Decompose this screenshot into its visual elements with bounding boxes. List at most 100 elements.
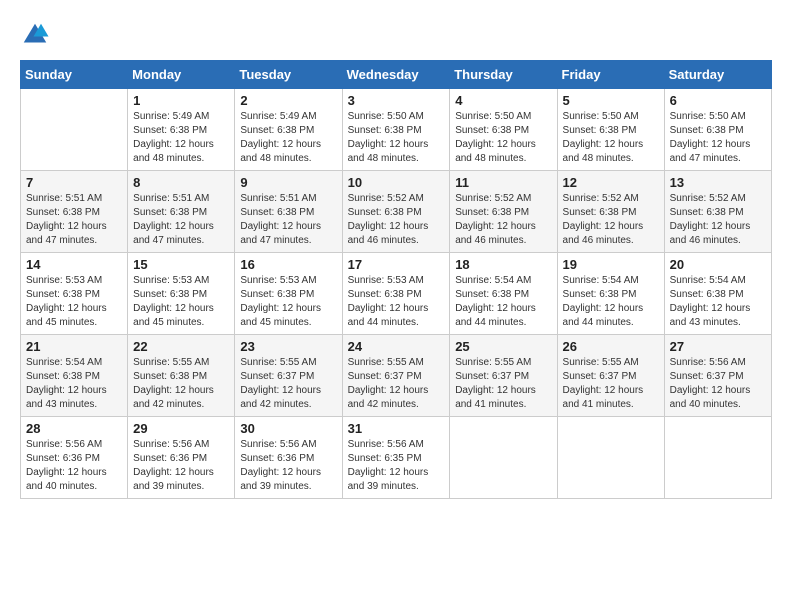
calendar-cell: 2 Sunrise: 5:49 AMSunset: 6:38 PMDaylight… (235, 89, 342, 171)
calendar-week-4: 21 Sunrise: 5:54 AMSunset: 6:38 PMDayligh… (21, 335, 772, 417)
calendar-cell: 29Sunrise: 5:56 AMSunset: 6:36 PMDayligh… (128, 417, 235, 499)
day-info: Sunrise: 5:55 AMSunset: 6:37 PMDaylight:… (455, 356, 551, 412)
day-number: 24 (348, 339, 445, 354)
header-day-friday: Friday (557, 61, 664, 89)
day-info: Sunrise: 5:56 AMSunset: 6:36 PMDaylight:… (26, 438, 122, 494)
calendar-cell: 20Sunrise: 5:54 AMSunset: 6:38 PMDayligh… (664, 253, 771, 335)
calendar-cell: 11 Sunrise: 5:52 AMSunset: 6:38 PMDayligh… (450, 171, 557, 253)
day-number: 28 (26, 421, 122, 436)
calendar-cell: 6Sunrise: 5:50 AMSunset: 6:38 PMDaylight… (664, 89, 771, 171)
day-info: Sunrise: 5:55 AMSunset: 6:37 PMDaylight:… (563, 356, 659, 412)
day-number: 4 (455, 93, 551, 108)
day-info: Sunrise: 5:50 AMSunset: 6:38 PMDaylight:… (348, 110, 445, 166)
day-number: 9 (240, 175, 336, 190)
calendar-cell: 19 Sunrise: 5:54 AMSunset: 6:38 PMDayligh… (557, 253, 664, 335)
calendar-cell: 9 Sunrise: 5:51 AMSunset: 6:38 PMDaylight… (235, 171, 342, 253)
day-number: 5 (563, 93, 659, 108)
day-info: Sunrise: 5:51 AMSunset: 6:38 PMDaylight:… (240, 192, 336, 248)
day-number: 26 (563, 339, 659, 354)
day-info: Sunrise: 5:49 AMSunset: 6:38 PMDaylight:… (240, 110, 336, 166)
day-number: 12 (563, 175, 659, 190)
page-header (20, 20, 772, 50)
calendar-cell: 31 Sunrise: 5:56 AMSunset: 6:35 PMDayligh… (342, 417, 450, 499)
calendar-cell (557, 417, 664, 499)
calendar-cell: 16 Sunrise: 5:53 AMSunset: 6:38 PMDayligh… (235, 253, 342, 335)
calendar-cell: 26 Sunrise: 5:55 AMSunset: 6:37 PMDayligh… (557, 335, 664, 417)
day-number: 3 (348, 93, 445, 108)
day-number: 13 (670, 175, 766, 190)
header-day-wednesday: Wednesday (342, 61, 450, 89)
calendar-cell: 24 Sunrise: 5:55 AMSunset: 6:37 PMDayligh… (342, 335, 450, 417)
day-number: 1 (133, 93, 229, 108)
calendar-header-row: SundayMondayTuesdayWednesdayThursdayFrid… (21, 61, 772, 89)
calendar-cell: 8 Sunrise: 5:51 AMSunset: 6:38 PMDaylight… (128, 171, 235, 253)
calendar-cell: 17Sunrise: 5:53 AMSunset: 6:38 PMDayligh… (342, 253, 450, 335)
day-number: 31 (348, 421, 445, 436)
day-info: Sunrise: 5:53 AMSunset: 6:38 PMDaylight:… (240, 274, 336, 330)
calendar-cell: 22 Sunrise: 5:55 AMSunset: 6:38 PMDayligh… (128, 335, 235, 417)
day-info: Sunrise: 5:54 AMSunset: 6:38 PMDaylight:… (563, 274, 659, 330)
day-info: Sunrise: 5:50 AMSunset: 6:38 PMDaylight:… (563, 110, 659, 166)
day-number: 23 (240, 339, 336, 354)
day-info: Sunrise: 5:52 AMSunset: 6:38 PMDaylight:… (455, 192, 551, 248)
header-day-saturday: Saturday (664, 61, 771, 89)
day-info: Sunrise: 5:52 AMSunset: 6:38 PMDaylight:… (563, 192, 659, 248)
calendar-cell: 15 Sunrise: 5:53 AMSunset: 6:38 PMDayligh… (128, 253, 235, 335)
day-info: Sunrise: 5:50 AMSunset: 6:38 PMDaylight:… (455, 110, 551, 166)
calendar-week-2: 7 Sunrise: 5:51 AMSunset: 6:38 PMDaylight… (21, 171, 772, 253)
calendar-cell: 28 Sunrise: 5:56 AMSunset: 6:36 PMDayligh… (21, 417, 128, 499)
day-number: 16 (240, 257, 336, 272)
logo-icon (20, 20, 50, 50)
day-info: Sunrise: 5:54 AMSunset: 6:38 PMDaylight:… (670, 274, 766, 330)
calendar-cell: 18 Sunrise: 5:54 AMSunset: 6:38 PMDayligh… (450, 253, 557, 335)
calendar-cell (664, 417, 771, 499)
calendar-cell (450, 417, 557, 499)
day-number: 2 (240, 93, 336, 108)
day-number: 22 (133, 339, 229, 354)
day-info: Sunrise: 5:54 AMSunset: 6:38 PMDaylight:… (455, 274, 551, 330)
calendar-cell: 3 Sunrise: 5:50 AMSunset: 6:38 PMDaylight… (342, 89, 450, 171)
day-info: Sunrise: 5:55 AMSunset: 6:37 PMDaylight:… (348, 356, 445, 412)
calendar-cell: 21 Sunrise: 5:54 AMSunset: 6:38 PMDayligh… (21, 335, 128, 417)
calendar-cell: 5 Sunrise: 5:50 AMSunset: 6:38 PMDaylight… (557, 89, 664, 171)
day-number: 6 (670, 93, 766, 108)
day-info: Sunrise: 5:56 AMSunset: 6:37 PMDaylight:… (670, 356, 766, 412)
day-number: 15 (133, 257, 229, 272)
day-info: Sunrise: 5:53 AMSunset: 6:38 PMDaylight:… (348, 274, 445, 330)
day-number: 19 (563, 257, 659, 272)
day-number: 7 (26, 175, 122, 190)
header-day-monday: Monday (128, 61, 235, 89)
day-info: Sunrise: 5:56 AMSunset: 6:36 PMDaylight:… (133, 438, 229, 494)
logo (20, 20, 52, 50)
calendar-cell: 13Sunrise: 5:52 AMSunset: 6:38 PMDayligh… (664, 171, 771, 253)
day-number: 8 (133, 175, 229, 190)
day-info: Sunrise: 5:56 AMSunset: 6:35 PMDaylight:… (348, 438, 445, 494)
header-day-thursday: Thursday (450, 61, 557, 89)
day-number: 11 (455, 175, 551, 190)
day-info: Sunrise: 5:53 AMSunset: 6:38 PMDaylight:… (133, 274, 229, 330)
day-info: Sunrise: 5:51 AMSunset: 6:38 PMDaylight:… (133, 192, 229, 248)
calendar-cell: 4 Sunrise: 5:50 AMSunset: 6:38 PMDaylight… (450, 89, 557, 171)
calendar-week-5: 28 Sunrise: 5:56 AMSunset: 6:36 PMDayligh… (21, 417, 772, 499)
day-info: Sunrise: 5:54 AMSunset: 6:38 PMDaylight:… (26, 356, 122, 412)
day-info: Sunrise: 5:55 AMSunset: 6:38 PMDaylight:… (133, 356, 229, 412)
day-info: Sunrise: 5:49 AMSunset: 6:38 PMDaylight:… (133, 110, 229, 166)
day-number: 18 (455, 257, 551, 272)
day-info: Sunrise: 5:56 AMSunset: 6:36 PMDaylight:… (240, 438, 336, 494)
calendar-cell: 25 Sunrise: 5:55 AMSunset: 6:37 PMDayligh… (450, 335, 557, 417)
day-info: Sunrise: 5:52 AMSunset: 6:38 PMDaylight:… (348, 192, 445, 248)
calendar-table: SundayMondayTuesdayWednesdayThursdayFrid… (20, 60, 772, 499)
calendar-cell: 1 Sunrise: 5:49 AMSunset: 6:38 PMDaylight… (128, 89, 235, 171)
calendar-cell (21, 89, 128, 171)
calendar-cell: 10 Sunrise: 5:52 AMSunset: 6:38 PMDayligh… (342, 171, 450, 253)
calendar-cell: 30Sunrise: 5:56 AMSunset: 6:36 PMDayligh… (235, 417, 342, 499)
calendar-cell: 12 Sunrise: 5:52 AMSunset: 6:38 PMDayligh… (557, 171, 664, 253)
day-number: 27 (670, 339, 766, 354)
day-info: Sunrise: 5:55 AMSunset: 6:37 PMDaylight:… (240, 356, 336, 412)
day-number: 25 (455, 339, 551, 354)
day-info: Sunrise: 5:51 AMSunset: 6:38 PMDaylight:… (26, 192, 122, 248)
day-number: 10 (348, 175, 445, 190)
header-day-sunday: Sunday (21, 61, 128, 89)
day-number: 21 (26, 339, 122, 354)
header-day-tuesday: Tuesday (235, 61, 342, 89)
